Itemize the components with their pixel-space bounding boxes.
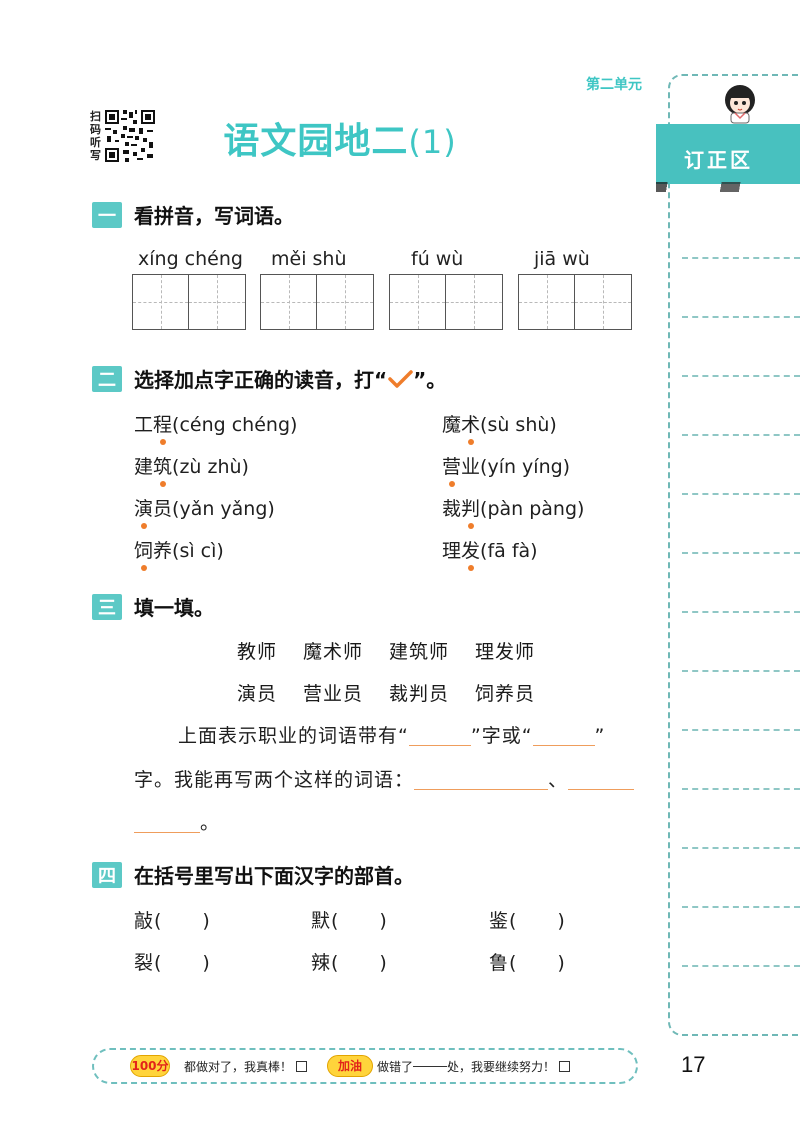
reading-choice[interactable]: 营业(yín yíng) (442, 452, 570, 479)
pinyin-label: jiā wù (534, 248, 590, 270)
section-title: 填一填。 (134, 596, 214, 620)
correction-line (682, 611, 800, 613)
radical-item[interactable]: 敲( ) (134, 906, 211, 933)
cheer-badge: 加油 (327, 1055, 374, 1077)
fill-in-sentence: 。 (134, 808, 220, 835)
cartoon-girl-icon (725, 85, 755, 124)
radical-item[interactable]: 默( ) (311, 906, 388, 933)
section-title: 在括号里写出下面汉字的部首。 (134, 864, 414, 888)
reading-choice[interactable]: 理发(fā fà) (442, 536, 538, 563)
section-badge: 一 (92, 201, 122, 228)
keep-trying-checkbox[interactable] (559, 1060, 571, 1072)
word-list-row: 演员 营业员 裁判员 饲养员 (237, 683, 536, 705)
mistake-count-blank[interactable] (413, 1065, 448, 1067)
answer-blank[interactable] (134, 832, 200, 833)
reading-choice[interactable]: 饲养(sì cì) (134, 536, 224, 563)
correction-line (682, 906, 800, 908)
reading-choice[interactable]: 魔术(sù shù) (442, 410, 557, 437)
writing-grid[interactable] (518, 274, 632, 330)
correction-line (682, 257, 800, 259)
reading-choice[interactable]: 建筑(zù zhù) (134, 452, 249, 479)
answer-blank[interactable] (532, 745, 595, 746)
correction-line (682, 552, 800, 554)
correction-tab: 订正区 (656, 124, 800, 192)
section-title: 看拼音，写词语。 (134, 204, 294, 228)
pinyin-label: měi shù (271, 248, 347, 270)
self-assessment-bar: 100分 都做对了，我真棒！ 加油 做错了 处，我要继续努力！ (92, 1048, 638, 1084)
section-badge: 二 (92, 365, 122, 392)
correction-line (682, 316, 800, 318)
section-4-heading: 四 在括号里写出下面汉字的部首。 (92, 860, 414, 889)
correction-line (682, 788, 800, 790)
radical-item[interactable]: 裂( ) (134, 948, 211, 975)
checkmark-icon (388, 370, 413, 388)
section-2-heading: 二 选择加点字正确的读音，打“”。 (92, 364, 446, 393)
radical-item[interactable]: 鲁( ) (489, 948, 566, 975)
radical-item[interactable]: 辣( ) (311, 948, 388, 975)
fill-in-sentence: 字。我能再写两个这样的词语：、 (134, 765, 635, 792)
reading-choice[interactable]: 工程(céng chéng) (134, 410, 297, 437)
word-list-row: 教师 魔术师 建筑师 理发师 (237, 641, 536, 663)
correction-line (682, 375, 800, 377)
pinyin-label: fú wù (411, 248, 464, 270)
fill-in-sentence: 上面表示职业的词语带有“ ”字或“” (178, 725, 606, 747)
correction-line (682, 729, 800, 731)
section-badge: 四 (92, 861, 122, 888)
answer-blank[interactable] (414, 789, 549, 790)
score-badge: 100分 (130, 1055, 170, 1077)
correction-line (682, 847, 800, 849)
all-right-checkbox[interactable] (296, 1060, 308, 1072)
section-1-heading: 一 看拼音，写词语。 (92, 200, 294, 229)
section-3-heading: 三 填一填。 (92, 592, 214, 621)
pinyin-label: xíng chéng (138, 248, 243, 270)
unit-label: 第二单元 (586, 77, 642, 93)
writing-grid[interactable] (260, 274, 374, 330)
correction-line (682, 965, 800, 967)
radical-item[interactable]: 鉴( ) (489, 906, 566, 933)
answer-blank[interactable] (568, 789, 635, 790)
correction-area (668, 74, 800, 1036)
page-number: 17 (681, 1052, 706, 1077)
section-title: 选择加点字正确的读音，打“”。 (134, 368, 447, 392)
reading-choice[interactable]: 演员(yǎn yǎng) (134, 494, 275, 521)
writing-grid[interactable] (389, 274, 503, 330)
reading-choice[interactable]: 裁判(pàn pàng) (442, 494, 584, 521)
writing-grid[interactable] (132, 274, 246, 330)
correction-line (682, 434, 800, 436)
section-badge: 三 (92, 593, 122, 620)
correction-line (682, 670, 800, 672)
answer-blank[interactable] (408, 745, 471, 746)
correction-line (682, 493, 800, 495)
